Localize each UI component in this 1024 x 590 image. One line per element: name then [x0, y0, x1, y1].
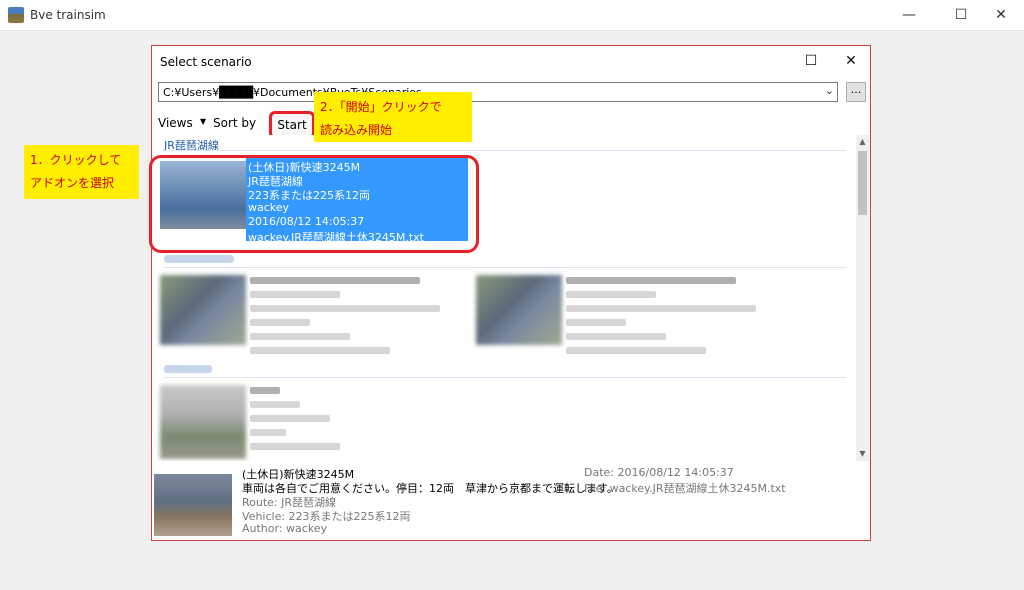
views-dropdown-icon[interactable]: ▼	[200, 117, 206, 126]
scrollbar[interactable]: ▲ ▼	[856, 135, 869, 461]
blurred-text	[566, 291, 656, 298]
app-title: Bve trainsim	[30, 8, 106, 22]
group-divider	[164, 377, 846, 378]
callout-click-start: 2．「開始」クリックで 読み込み開始	[314, 92, 472, 142]
blurred-text	[250, 387, 280, 394]
blurred-thumbnail[interactable]	[160, 275, 246, 345]
details-author: Author: wackey	[242, 522, 328, 535]
blurred-text	[250, 347, 390, 354]
blurred-text	[250, 443, 340, 450]
details-panel: (土休日)新快速3245M 車両は各自でご用意ください。停目：12両 草津から京…	[152, 464, 870, 540]
blurred-text	[566, 277, 736, 284]
browse-button[interactable]: ...	[846, 82, 866, 102]
blurred-group-header	[164, 365, 212, 373]
blurred-text	[250, 333, 350, 340]
dialog-titlebar: Select scenario ☐ ✕	[152, 46, 870, 76]
blurred-text	[250, 305, 440, 312]
blurred-text	[250, 401, 300, 408]
blurred-thumbnail[interactable]	[160, 385, 246, 459]
blurred-text	[250, 319, 310, 326]
scroll-down-icon[interactable]: ▼	[856, 447, 869, 461]
callout-text: 1．クリックして	[30, 153, 122, 167]
blurred-text	[566, 333, 666, 340]
blurred-text	[566, 305, 756, 312]
callout-text: 読み込み開始	[320, 123, 393, 137]
blurred-group-header	[164, 255, 234, 263]
dialog-title: Select scenario	[160, 55, 252, 69]
blurred-text	[250, 277, 420, 284]
minimize-button[interactable]: —	[886, 0, 932, 30]
blurred-text	[250, 291, 340, 298]
callout-text: 2．「開始」クリックで	[320, 100, 442, 114]
details-thumbnail	[154, 474, 232, 536]
path-combobox[interactable]: C:¥Users¥████¥Documents¥BveTs¥Scenarios …	[158, 82, 838, 102]
group-divider	[164, 267, 846, 268]
views-button[interactable]: Views	[158, 116, 193, 130]
main-titlebar: Bve trainsim — ☐ ✕	[0, 0, 1024, 31]
blurred-thumbnail[interactable]	[476, 275, 562, 345]
toolbar: Views ▼ Sort by Start	[152, 110, 870, 139]
blurred-text	[566, 319, 626, 326]
blurred-text	[250, 415, 330, 422]
group-divider	[164, 150, 846, 151]
app-icon	[8, 7, 24, 23]
sort-by-button[interactable]: Sort by	[213, 116, 256, 130]
selection-annotation-outline	[149, 155, 479, 253]
details-date: Date: 2016/08/12 14:05:37	[584, 466, 734, 479]
scroll-up-icon[interactable]: ▲	[856, 135, 869, 149]
chevron-down-icon[interactable]: ⌄	[825, 84, 834, 97]
select-scenario-dialog: Select scenario ☐ ✕ C:¥Users¥████¥Docume…	[151, 45, 871, 541]
blurred-text	[250, 429, 286, 436]
callout-select-addon: 1．クリックして アドオンを選択	[24, 145, 139, 199]
dialog-close-button[interactable]: ✕	[828, 46, 874, 76]
scroll-thumb[interactable]	[858, 151, 867, 215]
close-button[interactable]: ✕	[978, 0, 1024, 30]
callout-text: アドオンを選択	[30, 176, 115, 190]
details-file: File: wackey.JR琵琶湖線土休3245M.txt	[584, 482, 786, 495]
blurred-text	[566, 347, 706, 354]
